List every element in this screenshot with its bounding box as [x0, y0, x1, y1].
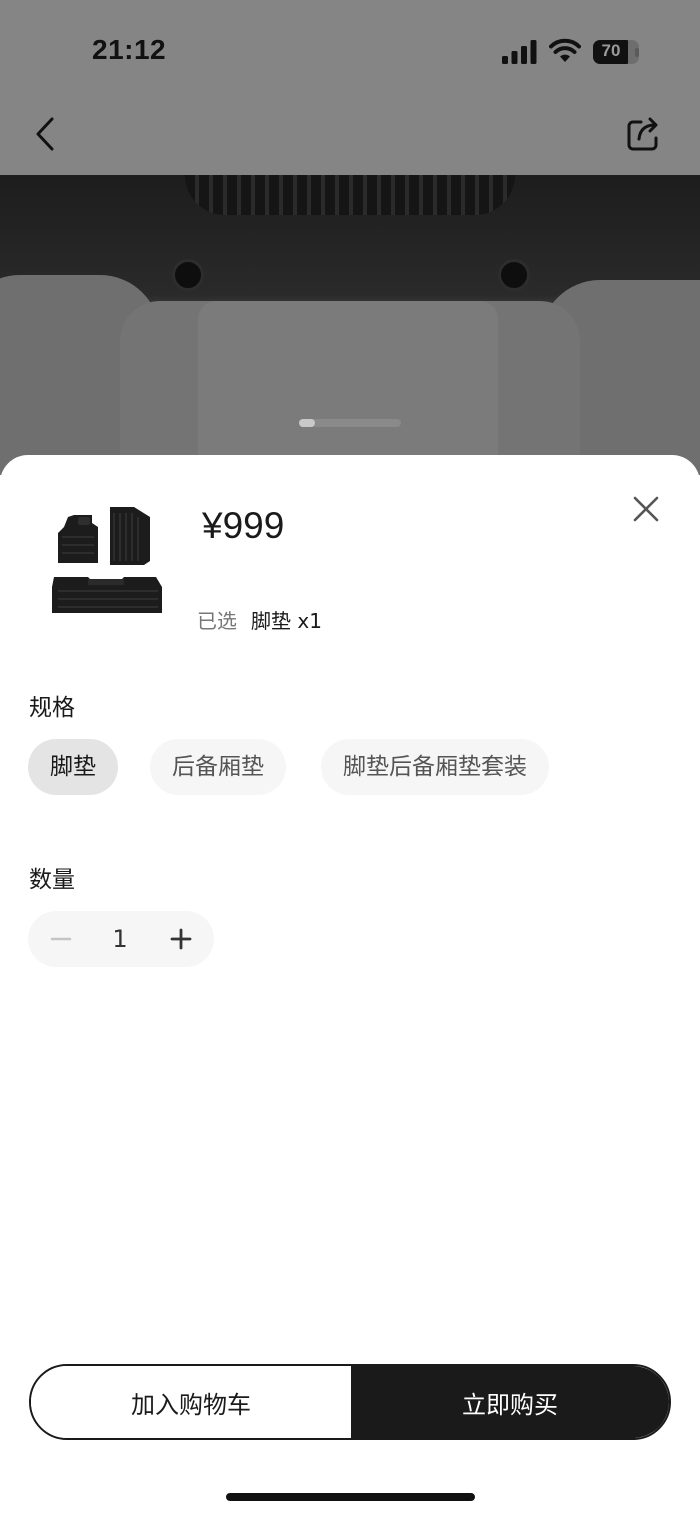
- minus-icon[interactable]: [46, 911, 76, 967]
- sku-selection-sheet: ¥999 已选 脚垫 x1 规格 脚垫 后备厢垫 脚垫后备厢垫套装 数量 1 加入…: [0, 455, 700, 1517]
- product-thumbnail: [52, 507, 162, 613]
- wifi-icon: [549, 38, 581, 62]
- plus-icon[interactable]: [166, 911, 196, 967]
- selected-value: 脚垫 x1: [251, 609, 322, 633]
- product-price: ¥999: [202, 505, 285, 546]
- spec-option-floor-mat[interactable]: 脚垫: [28, 739, 118, 795]
- hero-armrest: [198, 301, 498, 475]
- selected-label: 已选: [197, 609, 237, 633]
- buy-now-button[interactable]: 立即购买: [351, 1366, 669, 1438]
- battery-level: 70: [601, 41, 621, 60]
- action-bar: 加入购物车 立即购买: [29, 1364, 671, 1440]
- product-image-carousel[interactable]: [0, 175, 700, 475]
- quantity-title: 数量: [29, 867, 75, 893]
- carousel-pager-active: [299, 419, 315, 427]
- hero-console: [185, 175, 515, 215]
- chevron-left-icon[interactable]: [30, 114, 64, 154]
- quantity-stepper: 1: [28, 911, 214, 967]
- carousel-pager: [299, 419, 401, 427]
- spec-option-trunk-mat[interactable]: 后备厢垫: [150, 739, 286, 795]
- selected-summary: 已选 脚垫 x1: [197, 605, 322, 634]
- hero-detail: [172, 259, 204, 291]
- share-icon[interactable]: [624, 114, 664, 154]
- quantity-value[interactable]: 1: [98, 911, 142, 967]
- close-icon[interactable]: [630, 493, 662, 525]
- top-bar: 21:12 70: [0, 0, 700, 175]
- spec-title: 规格: [29, 695, 75, 721]
- hero-detail: [498, 259, 530, 291]
- status-time: 21:12: [92, 34, 167, 65]
- battery-icon: 70: [593, 40, 639, 64]
- add-to-cart-button[interactable]: 加入购物车: [31, 1366, 351, 1438]
- home-indicator: [226, 1493, 475, 1501]
- signal-icon: [502, 40, 537, 64]
- spec-option-mat-set[interactable]: 脚垫后备厢垫套装: [321, 739, 549, 795]
